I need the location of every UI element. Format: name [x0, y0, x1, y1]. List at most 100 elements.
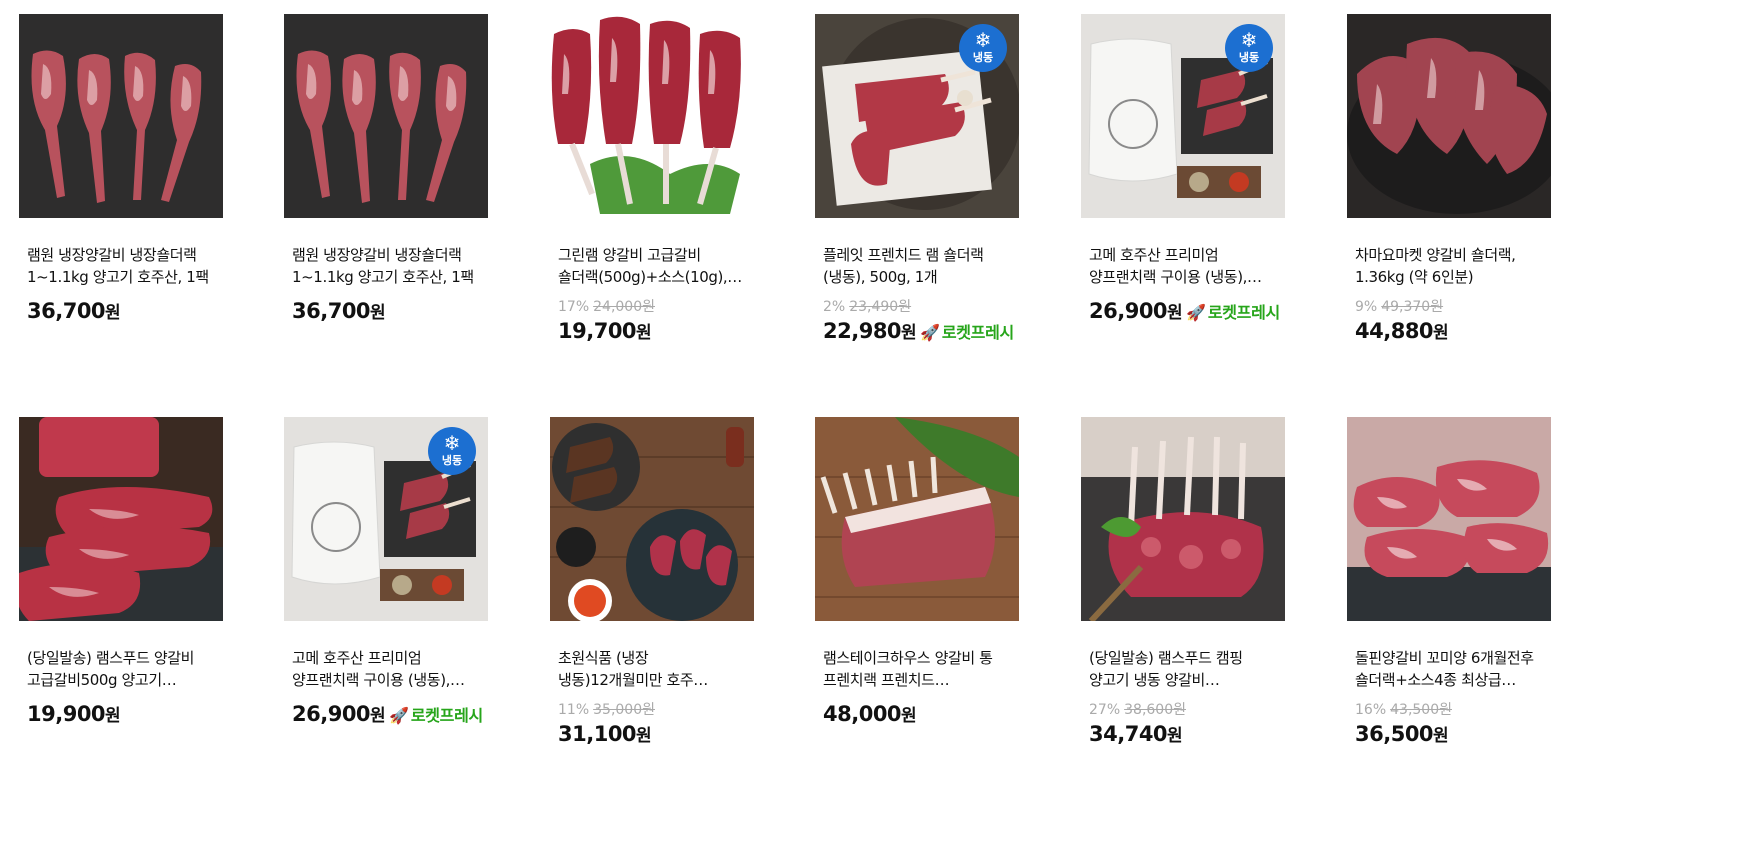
snowflake-icon: ❄: [443, 431, 461, 455]
product-name[interactable]: 고메 호주산 프리미엄 양프랜치랙 구이용 (냉동),…: [1089, 244, 1299, 288]
frozen-label: 냉동: [972, 51, 994, 64]
snowflake-icon: ❄: [974, 28, 992, 52]
frozen-badge: ❄ 냉동: [428, 427, 476, 475]
product-name-line: 고메 호주산 프리미엄: [1089, 246, 1219, 264]
currency-label: 원: [105, 706, 121, 726]
product-name-line: 램스테이크하우스 양갈비 통: [823, 649, 993, 667]
product-name[interactable]: 램원 냉장양갈비 냉장숄더랙 1~1.1kg 양고기 호주산, 1팩: [292, 244, 502, 288]
lamb-slabs-image: [19, 417, 223, 621]
rocket-icon: 🚀: [920, 323, 940, 342]
frozen-label: 냉동: [441, 454, 463, 467]
frozen-badge: ❄ 냉동: [959, 24, 1007, 72]
product-name-line: 양프랜치랙 구이용 (냉동),…: [292, 671, 465, 689]
rocket-icon: 🚀: [1186, 303, 1206, 322]
currency-label: 원: [636, 323, 652, 343]
lamb-pile-image: [1347, 14, 1551, 218]
product-name-line: 양프랜치랙 구이용 (냉동),…: [1089, 268, 1262, 286]
product-name[interactable]: 차마요마켓 양갈비 숄더랙, 1.36kg (약 6인분): [1355, 244, 1565, 288]
lamb-slices-image: [1347, 417, 1551, 621]
product-name[interactable]: 초원식품 (냉장 냉동)12개월미만 호주…: [558, 647, 768, 691]
product-name-line: 고급갈비500g 양고기…: [27, 671, 177, 689]
lamb-grilled-image: [550, 417, 754, 621]
product-name-line: 돌핀양갈비 꼬미양 6개월전후: [1355, 649, 1534, 667]
price-value: 26,900: [1089, 299, 1168, 323]
product-price: 31,100원: [558, 721, 652, 746]
product-price: 48,000원: [823, 701, 917, 726]
frozen-label: 냉동: [1238, 51, 1260, 64]
product-name-line: 1.36kg (약 6인분): [1355, 268, 1474, 286]
product-name-line: 램원 냉장양갈비 냉장숄더랙: [292, 246, 462, 264]
product-name-line: (당일발송) 램스푸드 캠핑: [1089, 649, 1243, 667]
product-name-line: 양고기 냉동 양갈비…: [1089, 671, 1220, 689]
product-image[interactable]: [815, 417, 1019, 621]
product-name-line: 프렌치랙 프렌치드…: [823, 671, 950, 689]
price-value: 26,900: [292, 702, 371, 726]
product-name[interactable]: 고메 호주산 프리미엄 양프랜치랙 구이용 (냉동),…: [292, 647, 502, 691]
price-value: 19,700: [558, 319, 637, 343]
product-name[interactable]: 플레잇 프렌치드 램 숄더랙 (냉동), 500g, 1개: [823, 244, 1033, 288]
list-price: 49,370원: [1381, 299, 1444, 315]
product-image[interactable]: ❄ 냉동: [284, 417, 488, 621]
product-name[interactable]: 돌핀양갈비 꼬미양 6개월전후 숄더랙+소스4종 최상급…: [1355, 647, 1565, 691]
price-value: 36,700: [27, 299, 106, 323]
currency-label: 원: [1167, 303, 1183, 323]
product-name-line: 그린램 양갈비 고급갈비: [558, 246, 701, 264]
product-name[interactable]: 그린램 양갈비 고급갈비 숄더랙(500g)+소스(10g),…: [558, 244, 768, 288]
product-price: 26,900원 🚀 로켓프레시: [292, 701, 483, 726]
currency-label: 원: [105, 303, 121, 323]
rocket-fresh-label: 로켓프레시: [941, 323, 1014, 342]
rocket-icon: 🚀: [389, 706, 409, 725]
product-name-line: 냉동)12개월미만 호주…: [558, 671, 708, 689]
price-value: 36,500: [1355, 722, 1434, 746]
product-name-line: (냉동), 500g, 1개: [823, 268, 938, 286]
product-name[interactable]: (당일발송) 램스푸드 양갈비 고급갈비500g 양고기…: [27, 647, 237, 691]
original-price: 27% 38,600원: [1089, 699, 1186, 719]
product-name-line: 1~1.1kg 양고기 호주산, 1팩: [27, 268, 209, 286]
list-price: 35,000원: [593, 702, 655, 718]
price-value: 19,900: [27, 702, 106, 726]
product-name-line: 숄더랙+소스4종 최상급…: [1355, 671, 1516, 689]
product-price: 36,700원: [292, 298, 386, 323]
product-name[interactable]: (당일발송) 램스푸드 캠핑 양고기 냉동 양갈비…: [1089, 647, 1299, 691]
product-name-line: 차마요마켓 양갈비 숄더랙,: [1355, 246, 1516, 264]
product-price: 34,740원: [1089, 721, 1183, 746]
price-value: 31,100: [558, 722, 637, 746]
currency-label: 원: [1433, 726, 1449, 746]
original-price: 17% 24,000원: [558, 296, 655, 316]
product-name-line: 램원 냉장양갈비 냉장숄더랙: [27, 246, 197, 264]
product-name-line: (당일발송) 램스푸드 양갈비: [27, 649, 195, 667]
product-image[interactable]: [19, 417, 223, 621]
product-name[interactable]: 램스테이크하우스 양갈비 통 프렌치랙 프렌치드…: [823, 647, 1033, 691]
currency-label: 원: [370, 706, 386, 726]
rocket-fresh-label: 로켓프레시: [1207, 303, 1280, 322]
product-image[interactable]: [1081, 417, 1285, 621]
product-image[interactable]: [550, 14, 754, 218]
product-price: 36,700원: [27, 298, 121, 323]
product-name-line: 플레잇 프렌치드 램 숄더랙: [823, 246, 984, 264]
currency-label: 원: [1433, 323, 1449, 343]
currency-label: 원: [901, 706, 917, 726]
product-image[interactable]: ❄ 냉동: [1081, 14, 1285, 218]
product-image[interactable]: [1347, 14, 1551, 218]
product-price: 26,900원 🚀 로켓프레시: [1089, 298, 1280, 323]
list-price: 43,500원: [1390, 702, 1452, 718]
product-image[interactable]: [1347, 417, 1551, 621]
product-image[interactable]: [284, 14, 488, 218]
product-price: 22,980원 🚀 로켓프레시: [823, 318, 1014, 343]
list-price: 38,600원: [1124, 702, 1186, 718]
list-price: 23,490원: [849, 299, 912, 315]
lamb-chops-image: [550, 14, 754, 218]
rocket-fresh-badge: 🚀 로켓프레시: [1186, 303, 1280, 322]
product-price: 19,700원: [558, 318, 652, 343]
price-value: 36,700: [292, 299, 371, 323]
product-image[interactable]: ❄ 냉동: [815, 14, 1019, 218]
rocket-fresh-badge: 🚀 로켓프레시: [389, 706, 483, 725]
original-price: 11% 35,000원: [558, 699, 655, 719]
product-name[interactable]: 램원 냉장양갈비 냉장숄더랙 1~1.1kg 양고기 호주산, 1팩: [27, 244, 237, 288]
price-value: 48,000: [823, 702, 902, 726]
price-value: 34,740: [1089, 722, 1168, 746]
product-image[interactable]: [550, 417, 754, 621]
product-image[interactable]: [19, 14, 223, 218]
currency-label: 원: [901, 323, 917, 343]
discount-rate: 11%: [558, 702, 590, 718]
